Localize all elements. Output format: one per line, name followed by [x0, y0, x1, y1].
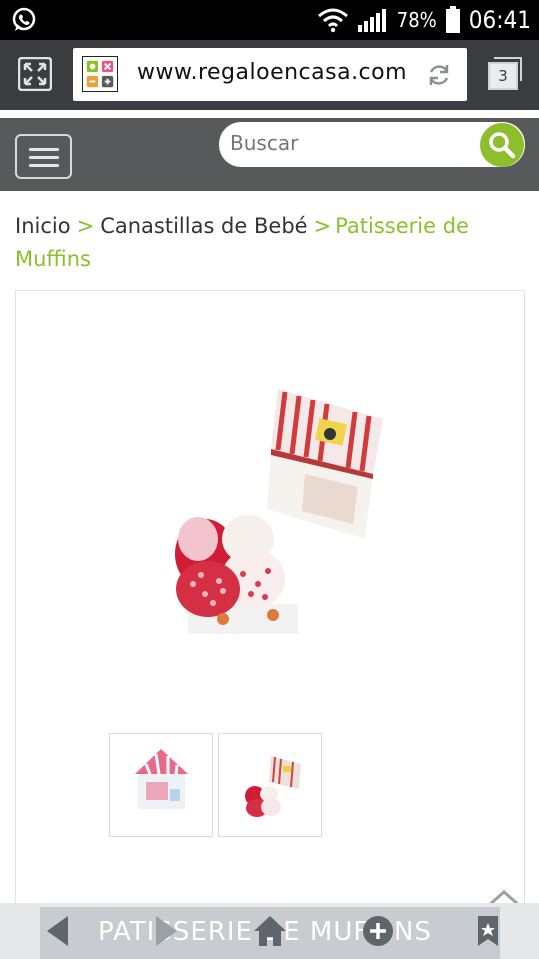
breadcrumb-separator: >	[313, 214, 332, 238]
thumbnail-image	[135, 749, 188, 809]
forward-icon[interactable]	[148, 913, 184, 949]
hamburger-menu-button[interactable]	[15, 134, 72, 179]
thumbnail-image	[245, 756, 301, 817]
address-bar[interactable]: www.regaloencasa.com	[73, 48, 467, 101]
product-thumbnail[interactable]	[218, 733, 322, 837]
search-icon	[489, 132, 516, 159]
site-header	[0, 118, 539, 191]
breadcrumb: Inicio > Canastillas de Bebé > Patisserie de…	[15, 210, 525, 276]
menu-bar	[29, 148, 59, 151]
whatsapp-icon	[12, 7, 36, 31]
signal-icon	[357, 9, 386, 32]
browser-toolbar: www.regaloencasa.com 3	[0, 40, 539, 110]
fullscreen-icon[interactable]	[18, 57, 52, 91]
add-tab-icon[interactable]	[360, 913, 396, 949]
cupcakes	[175, 515, 298, 634]
battery-percent: 78%	[396, 8, 437, 32]
bookmark-icon[interactable]	[470, 913, 506, 949]
menu-bar	[29, 156, 59, 159]
search-box	[219, 122, 525, 167]
breadcrumb-separator: >	[76, 214, 95, 238]
site-favicon	[82, 56, 118, 92]
search-button[interactable]	[480, 123, 524, 167]
product-thumbnail[interactable]	[109, 733, 213, 837]
gift-box	[267, 389, 383, 539]
browser-bottom-nav: PATISSERIE DE MUFFINS	[0, 903, 539, 959]
wifi-icon	[317, 8, 348, 33]
product-gallery	[15, 290, 525, 930]
reload-icon[interactable]	[425, 61, 453, 89]
breadcrumb-home-link[interactable]: Inicio	[15, 214, 71, 238]
battery-icon	[445, 6, 460, 33]
clock: 06:41	[468, 6, 531, 34]
status-bar: 78% 06:41	[0, 0, 539, 40]
search-input[interactable]	[230, 131, 470, 155]
url-text[interactable]: www.regaloencasa.com	[137, 60, 415, 85]
menu-bar	[29, 164, 59, 167]
breadcrumb-category-link[interactable]: Canastillas de Bebé	[100, 214, 307, 238]
product-main-image[interactable]	[73, 379, 473, 649]
tab-count-button[interactable]: 3	[488, 57, 522, 90]
back-icon[interactable]	[42, 913, 78, 949]
home-icon[interactable]	[252, 913, 288, 949]
